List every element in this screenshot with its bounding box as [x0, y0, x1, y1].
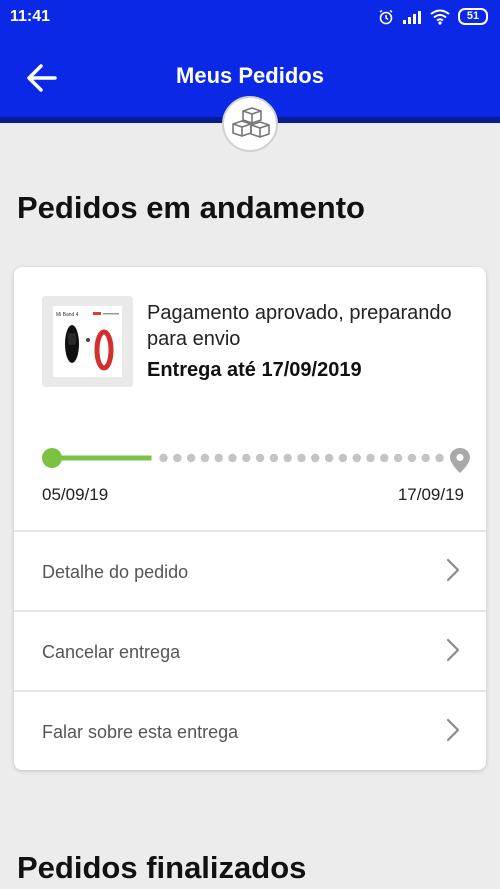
section-title-in-progress: Pedidos em andamento	[17, 190, 365, 225]
progress-dot	[366, 453, 375, 463]
order-detail-label: Detalhe do pedido	[42, 562, 189, 582]
product-image-label: Mi Band 4	[56, 312, 79, 318]
progress-dot	[159, 453, 168, 463]
product-image: Mi Band 4	[53, 306, 122, 377]
progress-start-marker	[42, 448, 62, 468]
order-card: Mi Band 4 Pagamento aprovado, preparando…	[14, 267, 486, 770]
progress-dot	[186, 453, 196, 463]
progress-dot	[214, 453, 223, 463]
progress-dot	[407, 453, 417, 463]
status-bar: 11:41 51	[0, 0, 500, 33]
status-icons: 51	[378, 8, 488, 25]
progress-dot	[200, 453, 210, 463]
progress-dot	[435, 453, 444, 463]
talk-about-delivery-label: Falar sobre esta entrega	[42, 722, 239, 742]
start-date: 05/09/19	[42, 485, 109, 504]
progress-dot	[338, 453, 348, 463]
delivery-progress	[42, 448, 470, 473]
progress-dot	[242, 453, 251, 463]
product-thumbnail[interactable]: Mi Band 4	[42, 296, 133, 387]
order-status: Pagamento aprovado, preparando para envi…	[147, 302, 452, 350]
wifi-icon	[430, 9, 450, 25]
cancel-delivery-row[interactable]: Cancelar entrega	[14, 610, 486, 689]
talk-about-delivery-row[interactable]: Falar sobre esta entrega	[14, 690, 486, 769]
progress-dot	[269, 453, 279, 463]
location-pin-icon	[450, 448, 470, 473]
progress-dot	[297, 453, 306, 463]
delivery-date: Entrega até 17/09/2019	[147, 359, 362, 381]
chevron-right-icon	[446, 718, 460, 742]
order-detail-row[interactable]: Detalhe do pedido	[14, 530, 486, 609]
signal-icon	[403, 10, 421, 24]
progress-dot	[255, 453, 265, 463]
progress-dot	[173, 453, 182, 463]
chevron-right-icon	[446, 558, 460, 582]
progress-dot	[380, 453, 389, 463]
page-title: Meus Pedidos	[176, 63, 324, 88]
boxes-icon	[232, 107, 270, 138]
orders-badge	[222, 96, 278, 152]
chevron-right-icon	[446, 638, 460, 662]
progress-dot	[421, 453, 430, 463]
section-title-finished: Pedidos finalizados	[17, 850, 307, 885]
battery-indicator: 51	[458, 8, 488, 25]
progress-dot	[311, 453, 320, 463]
alarm-icon	[379, 9, 393, 24]
end-date: 17/09/19	[397, 485, 464, 504]
progress-dot	[352, 453, 361, 463]
smart-band-image: Mi Band 4	[56, 312, 119, 371]
progress-dot	[393, 453, 403, 463]
progress-dot	[283, 453, 292, 463]
status-time: 11:41	[10, 7, 51, 25]
progress-dot	[228, 453, 237, 463]
progress-dot	[324, 453, 334, 463]
cancel-delivery-label: Cancelar entrega	[42, 642, 181, 662]
